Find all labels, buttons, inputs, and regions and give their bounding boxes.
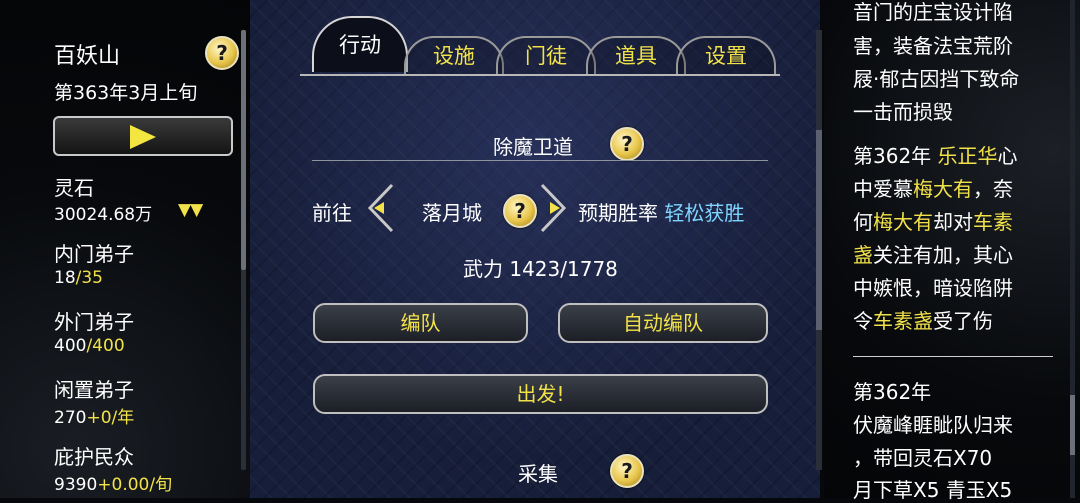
force-power: 武力 1423/1778: [463, 257, 618, 281]
sect-help-icon[interactable]: ?: [205, 36, 239, 70]
tab-disciples[interactable]: 门徒: [496, 36, 596, 74]
tab-settings[interactable]: 设置: [676, 36, 776, 74]
sect-name: 百妖山: [54, 44, 121, 69]
log-line: 何梅大有却对车素: [853, 210, 1013, 234]
log-line: 中爱慕梅大有，奈: [853, 177, 1013, 201]
outer-disciples-value: 400/400: [54, 336, 125, 356]
depart-button[interactable]: 出发!: [313, 374, 768, 414]
log-line: 令车素盏受了伤: [853, 309, 993, 333]
log-line: ，带回灵石X70: [853, 446, 993, 470]
win-rate: 预期胜率 轻松获胜: [578, 201, 745, 225]
tab-action[interactable]: 行动: [312, 16, 408, 72]
log-line: 一击而损毁: [853, 100, 953, 124]
protected-people-label: 庇护民众: [54, 445, 134, 469]
tab-items[interactable]: 道具: [586, 36, 686, 74]
gathering-help-icon[interactable]: ?: [610, 454, 644, 488]
outer-disciples-label: 外门弟子: [54, 310, 134, 334]
event-log-scrollbar[interactable]: [1070, 0, 1075, 498]
formation-button[interactable]: 编队: [313, 303, 528, 343]
idle-disciples-label: 闲置弟子: [54, 378, 134, 402]
inner-disciples-label: 内门弟子: [54, 242, 134, 266]
game-date: 第363年3月上旬: [54, 82, 198, 104]
idle-disciples-value: 270+0/年: [54, 408, 135, 428]
section-title-demon-slaying: 除魔卫道: [493, 135, 573, 159]
section-title-gathering: 采集: [518, 462, 558, 486]
log-line: 中嫉恨，暗设陷阱: [853, 276, 1013, 300]
destination-help-icon[interactable]: ?: [503, 194, 537, 228]
tab-facilities[interactable]: 设施: [404, 36, 504, 74]
go-to-label: 前往: [312, 201, 352, 225]
auto-formation-button[interactable]: 自动编队: [558, 303, 768, 343]
log-line: 屐·郁古因挡下致命: [853, 67, 1020, 91]
log-line: 盏关注有加，其心: [853, 243, 1013, 267]
destination-city: 落月城: [422, 201, 482, 225]
spirit-stone-value: 30024.68万: [54, 205, 153, 225]
next-destination-arrow-icon[interactable]: [538, 183, 572, 233]
spirit-stone-trend-down-icon: ▼▼: [178, 200, 203, 220]
log-line: 音门的庄宝设计陷: [853, 0, 1013, 24]
previous-destination-arrow-icon[interactable]: [362, 183, 396, 233]
divider: [312, 160, 768, 161]
action-panel-scrollbar[interactable]: [816, 30, 822, 470]
protected-people-value: 9390+0.00/旬: [54, 475, 173, 495]
spirit-stone-label: 灵石: [54, 176, 94, 200]
advance-time-button[interactable]: [53, 116, 233, 156]
log-line: 第362年 乐正华心: [853, 144, 1018, 168]
log-separator: [853, 356, 1053, 357]
demon-slaying-help-icon[interactable]: ?: [610, 127, 644, 161]
sidebar-scrollbar[interactable]: [241, 30, 246, 470]
log-line: 害，装备法宝荒阶: [853, 34, 1013, 58]
log-line: 月下草X5 青玉X5: [853, 478, 1013, 502]
log-line: 第362年: [853, 380, 932, 404]
inner-disciples-value: 18/35: [54, 268, 103, 288]
log-line: 伏魔峰睚眦队归来: [853, 413, 1013, 437]
play-icon: [130, 125, 156, 149]
